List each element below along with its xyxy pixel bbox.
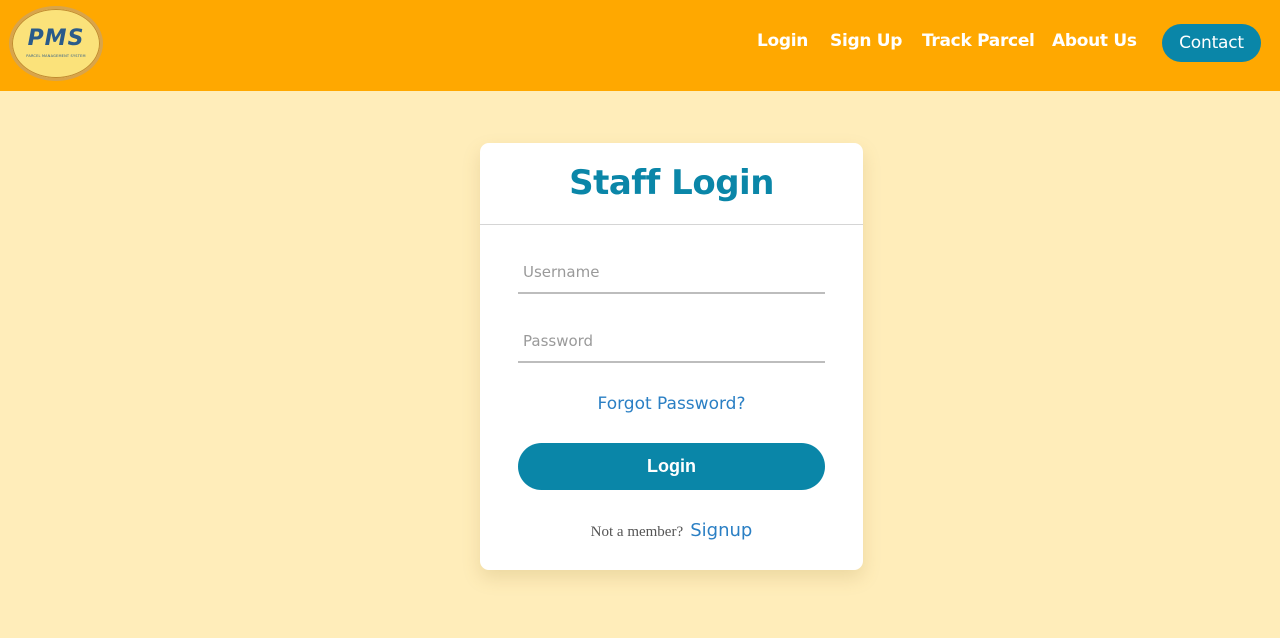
forgot-password-link[interactable]: Forgot Password? [480, 394, 863, 414]
nav-signup-link[interactable]: Sign Up [830, 31, 902, 51]
nav-contact-button[interactable]: Contact [1162, 24, 1261, 62]
logo-title: PMS [27, 26, 85, 51]
navbar: PMS PARCEL MANAGEMENT SYSTEM Login Sign … [0, 0, 1280, 91]
nav-track-parcel-link[interactable]: Track Parcel [922, 31, 1035, 51]
username-input[interactable] [518, 252, 825, 294]
nav-login-link[interactable]: Login [757, 31, 808, 51]
not-member-text: Not a member? [590, 524, 684, 540]
login-button[interactable]: Login [518, 443, 825, 490]
staff-login-card: Staff Login Forgot Password? Login Not a… [480, 143, 863, 570]
pms-logo[interactable]: PMS PARCEL MANAGEMENT SYSTEM [9, 6, 103, 81]
logo-subtitle: PARCEL MANAGEMENT SYSTEM [26, 54, 86, 58]
title-divider [480, 224, 863, 225]
page-title: Staff Login [569, 163, 774, 203]
signup-link[interactable]: Signup [690, 520, 752, 541]
signup-prompt: Not a member? Signup [480, 520, 863, 541]
nav-about-us-link[interactable]: About Us [1052, 31, 1137, 51]
password-input[interactable] [518, 321, 825, 363]
